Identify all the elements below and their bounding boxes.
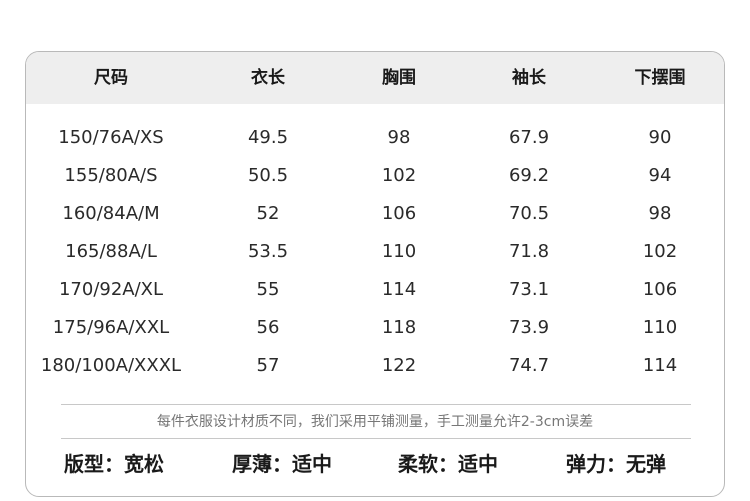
- cell-sleeve: 70.5: [508, 203, 550, 224]
- cell-hem: 110: [642, 317, 678, 338]
- table-row: 160/84A/M 52 106 70.5 98: [26, 195, 724, 233]
- cell-hem: 106: [642, 279, 678, 300]
- attribute-value: 适中: [458, 452, 498, 476]
- table-row: 180/100A/XXXL 57 122 74.7 114: [26, 347, 724, 385]
- cell-length: 55: [256, 279, 280, 300]
- cell-hem: 98: [648, 203, 672, 224]
- measurement-note: 每件衣服设计材质不同，我们采用平铺测量，手工测量允许2-3cm误差: [156, 414, 594, 430]
- table-header: 尺码 衣长 胸围 袖长 下摆围: [26, 52, 724, 104]
- cell-chest: 110: [381, 241, 417, 262]
- fabric-attributes: 版型：宽松 厚薄：适中 柔软：适中 弹力：无弹: [26, 447, 724, 481]
- cell-size: 175/96A/XXL: [52, 317, 170, 338]
- cell-chest: 98: [387, 127, 411, 148]
- cell-size: 170/92A/XL: [58, 279, 164, 300]
- cell-chest: 106: [381, 203, 417, 224]
- cell-size: 180/100A/XXXL: [40, 355, 182, 376]
- cell-hem: 90: [648, 127, 672, 148]
- cell-sleeve: 71.8: [508, 241, 550, 262]
- cell-sleeve: 67.9: [508, 127, 550, 148]
- cell-size: 155/80A/S: [64, 165, 158, 186]
- cell-chest: 118: [381, 317, 417, 338]
- cell-length: 50.5: [247, 165, 289, 186]
- attribute-value: 无弹: [626, 452, 666, 476]
- cell-size: 150/76A/XS: [58, 127, 164, 148]
- cell-hem: 102: [642, 241, 678, 262]
- cell-length: 49.5: [247, 127, 289, 148]
- table-row: 165/88A/L 53.5 110 71.8 102: [26, 233, 724, 271]
- header-hem: 下摆围: [634, 68, 686, 88]
- header-length: 衣长: [251, 68, 285, 88]
- table-row: 170/92A/XL 55 114 73.1 106: [26, 271, 724, 309]
- attribute-elasticity: 弹力：无弹: [566, 447, 666, 481]
- attribute-thickness: 厚薄：适中: [232, 447, 332, 481]
- size-chart-card: 尺码 衣长 胸围 袖长 下摆围 150/76A/XS 49.5 98 67.9 …: [25, 51, 725, 497]
- cell-sleeve: 73.1: [508, 279, 550, 300]
- note-divider-bottom: [61, 438, 691, 439]
- cell-sleeve: 69.2: [508, 165, 550, 186]
- cell-length: 57: [256, 355, 280, 376]
- table-row: 175/96A/XXL 56 118 73.9 110: [26, 309, 724, 347]
- attribute-softness: 柔软：适中: [398, 447, 498, 481]
- cell-size: 160/84A/M: [62, 203, 160, 224]
- note-divider-top: [61, 404, 691, 405]
- table-row: 155/80A/S 50.5 102 69.2 94: [26, 157, 724, 195]
- cell-hem: 114: [642, 355, 678, 376]
- cell-sleeve: 73.9: [508, 317, 550, 338]
- cell-sleeve: 74.7: [508, 355, 550, 376]
- cell-chest: 122: [381, 355, 417, 376]
- table-row: 150/76A/XS 49.5 98 67.9 90: [26, 119, 724, 157]
- attribute-label: 弹力：: [566, 452, 626, 476]
- attribute-fit: 版型：宽松: [64, 447, 164, 481]
- cell-length: 52: [256, 203, 280, 224]
- cell-chest: 114: [381, 279, 417, 300]
- header-sleeve: 袖长: [512, 68, 546, 88]
- attribute-value: 适中: [292, 452, 332, 476]
- cell-length: 53.5: [247, 241, 289, 262]
- cell-chest: 102: [381, 165, 417, 186]
- attribute-value: 宽松: [124, 452, 164, 476]
- cell-hem: 94: [648, 165, 672, 186]
- attribute-label: 版型：: [64, 452, 124, 476]
- header-size: 尺码: [94, 68, 128, 88]
- cell-length: 56: [256, 317, 280, 338]
- cell-size: 165/88A/L: [65, 241, 157, 262]
- header-chest: 胸围: [382, 68, 416, 88]
- attribute-label: 柔软：: [398, 452, 458, 476]
- attribute-label: 厚薄：: [232, 452, 292, 476]
